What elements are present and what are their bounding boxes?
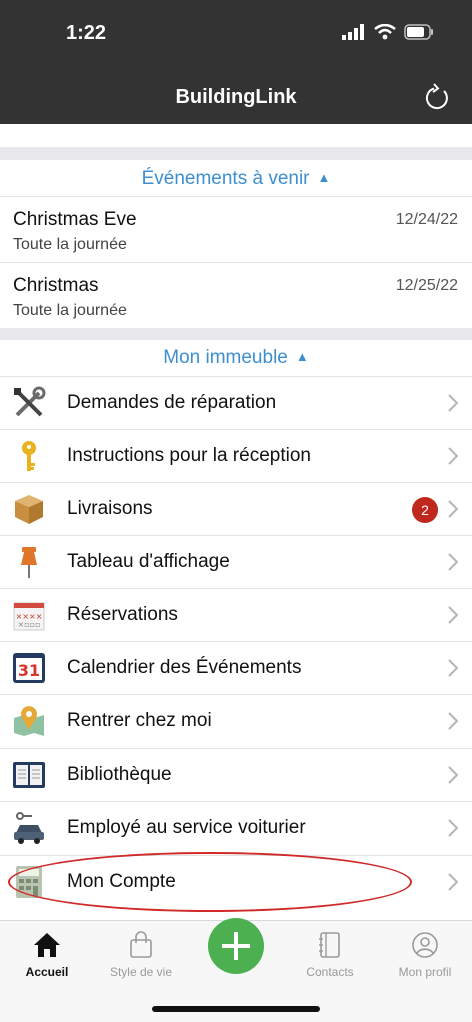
event-subtitle: Toute la journée [13,302,127,319]
bottom-tab-bar: Accueil Style de vie Contacts Mon profil [0,918,472,1022]
chevron-right-icon [448,394,458,412]
book-icon [13,762,45,788]
menu-item-label: Rentrer chez moi [67,710,212,731]
calendar-31-icon: 31 [13,653,45,683]
menu-item-my-account[interactable]: Mon Compte [0,855,472,908]
calculator-icon [16,866,42,898]
section-divider [0,147,472,160]
shopping-bag-icon [130,931,152,958]
profile-icon [412,932,438,958]
upcoming-events-header[interactable]: Événements à venir ▲ [0,168,472,190]
status-icons [342,24,434,40]
deliveries-count-badge: 2 [412,497,438,523]
top-bar: 1:22 BuildingLink [0,0,472,124]
my-building-header[interactable]: Mon immeuble ▲ [0,347,472,369]
package-icon [15,495,43,524]
event-row[interactable]: Christmas Toute la journée 12/25/22 [0,262,472,328]
tab-home[interactable]: Accueil [2,931,92,979]
svg-text:×▫▫▫: ×▫▫▫ [18,620,41,629]
menu-item-take-me-home[interactable]: Rentrer chez moi [0,694,472,747]
chevron-right-icon [448,500,458,518]
chevron-right-icon [448,766,458,784]
section-divider [0,328,472,340]
menu-item-label: Réservations [67,604,178,625]
event-row[interactable]: Christmas Eve Toute la journée 12/24/22 [0,196,472,262]
event-date: 12/24/22 [395,211,458,228]
menu-item-library[interactable]: Bibliothèque [0,748,472,801]
map-pin-icon [14,706,44,736]
calendar-day-number: 31 [18,661,40,680]
refresh-icon[interactable] [422,83,452,113]
menu-item-label: Bibliothèque [67,764,172,785]
battery-icon [404,24,433,40]
plus-icon [222,932,250,960]
calendar-grid-icon: ×××× ×▫▫▫ [13,602,45,631]
my-building-title: Mon immeuble [163,347,288,368]
tab-label: Mon profil [398,965,452,979]
menu-item-label: Demandes de réparation [67,392,277,413]
pushpin-icon [21,547,37,578]
chevron-right-icon [448,659,458,677]
menu-item-events-calendar[interactable]: 31 Calendrier des Événements [0,641,472,694]
tab-lifestyle[interactable]: Style de vie [96,931,186,979]
menu-item-label: Employé au service voiturier [67,817,306,838]
menu-item-label: Livraisons [67,498,153,519]
event-title: Christmas [13,275,99,296]
key-icon [22,441,36,471]
home-icon [34,933,60,957]
chevron-right-icon [448,712,458,730]
add-button[interactable] [208,918,264,974]
menu-item-valet-service[interactable]: Employé au service voiturier [0,801,472,854]
address-book-icon [319,932,340,958]
chevron-right-icon [448,447,458,465]
event-title: Christmas Eve [13,209,137,230]
wifi-icon [374,24,396,40]
event-date: 12/25/22 [395,277,458,294]
event-subtitle: Toute la journée [13,236,127,253]
menu-item-deliveries[interactable]: Livraisons 2 [0,482,472,535]
status-time: 1:22 [66,22,107,44]
signal-icon [342,24,364,40]
app-title: BuildingLink [175,86,297,108]
tab-label: Style de vie [109,965,173,979]
tab-label: Accueil [25,965,69,979]
menu-item-label: Instructions pour la réception [67,445,311,466]
upcoming-events-title: Événements à venir [141,168,310,189]
chevron-right-icon [448,606,458,624]
tab-my-profile[interactable]: Mon profil [380,931,470,979]
menu-item-label: Mon Compte [67,871,176,892]
tab-label: Contacts [306,965,354,979]
menu-item-label: Calendrier des Événements [67,657,302,678]
menu-item-repair-requests[interactable]: Demandes de réparation [0,376,472,429]
home-indicator [152,1006,320,1012]
menu-item-bulletin-board[interactable]: Tableau d'affichage [0,535,472,588]
tab-contacts[interactable]: Contacts [285,931,375,979]
menu-item-front-desk-instructions[interactable]: Instructions pour la réception [0,429,472,482]
menu-item-reservations[interactable]: ×××× ×▫▫▫ Réservations [0,588,472,641]
menu-item-label: Tableau d'affichage [67,551,230,572]
chevron-right-icon [448,553,458,571]
collapse-caret-icon: ▲ [295,349,309,364]
collapse-caret-icon: ▲ [317,170,331,185]
tools-icon [14,386,46,417]
car-key-icon [14,812,44,844]
chevron-right-icon [448,819,458,837]
chevron-right-icon [448,873,458,891]
